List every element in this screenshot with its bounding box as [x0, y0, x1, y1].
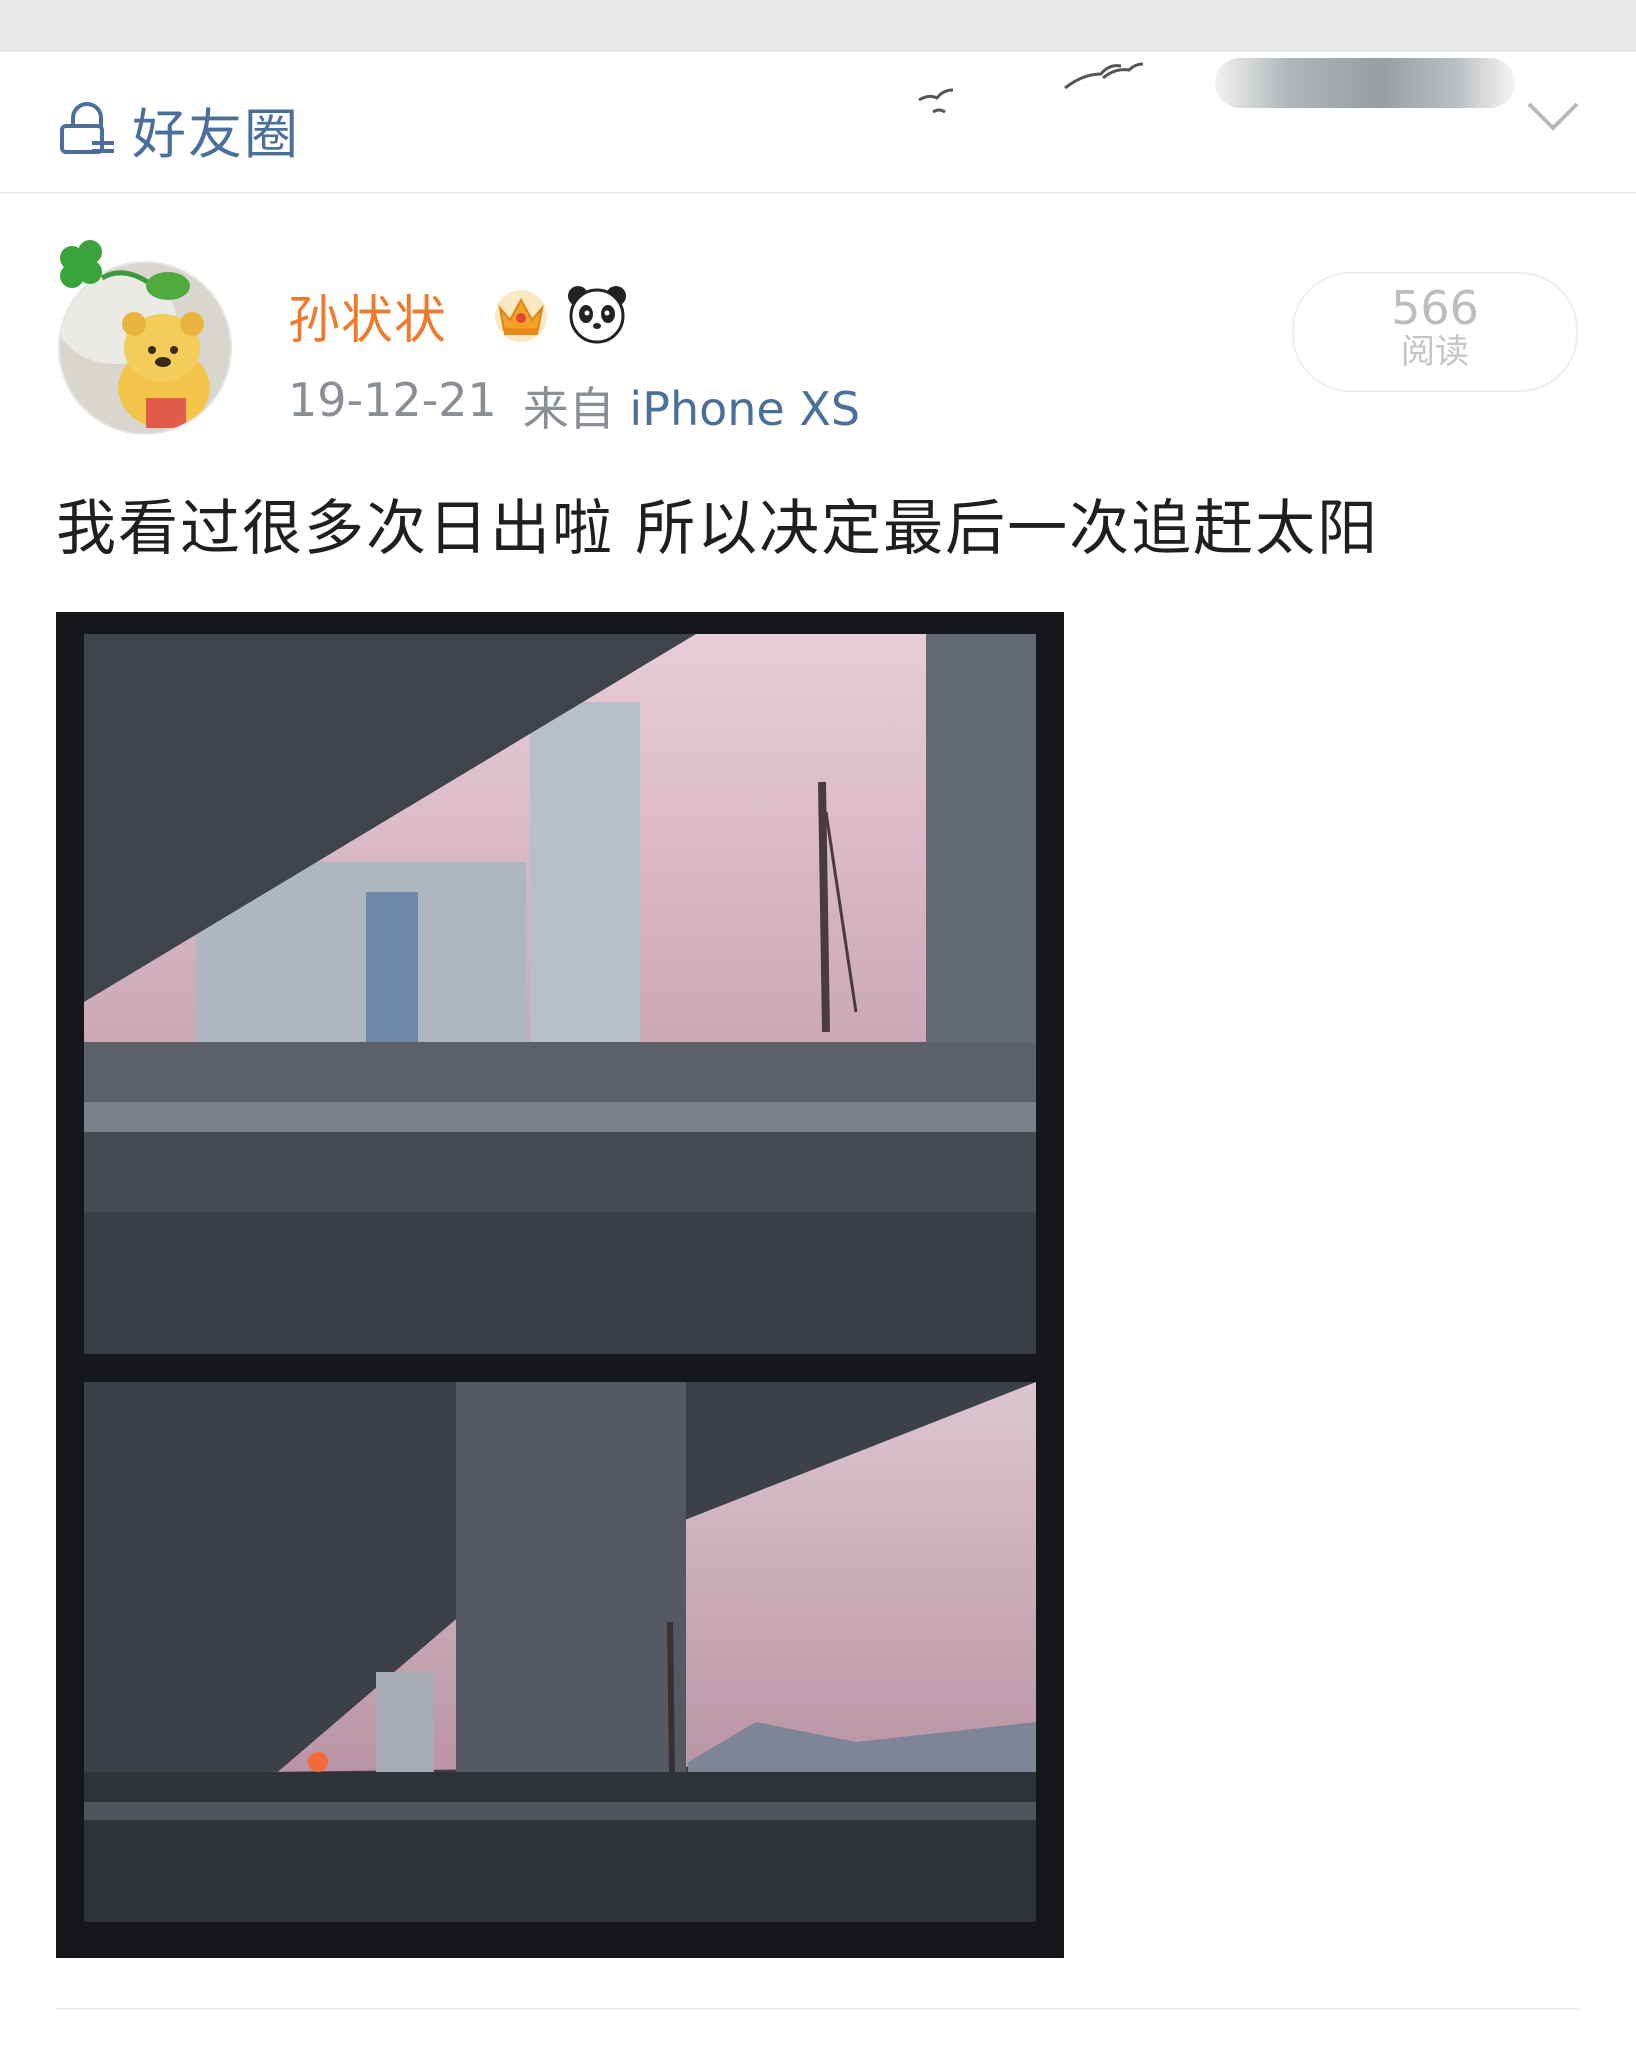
- birds-icon: [918, 62, 1144, 114]
- panda-icon[interactable]: [564, 280, 630, 346]
- avatar[interactable]: [56, 238, 234, 438]
- post-text: 我看过很多次日出啦 所以决定最后一次追赶太阳: [56, 494, 1380, 564]
- visibility-selector[interactable]: 好友圈: [56, 90, 300, 169]
- post-source[interactable]: 来自 iPhone XS: [523, 373, 860, 439]
- lock-icon: [60, 101, 114, 154]
- post-date: 19-12-21: [288, 373, 497, 427]
- user-badges: [488, 280, 630, 346]
- post-meta: 19-12-21 来自 iPhone XS: [288, 373, 860, 439]
- top-strip: [0, 0, 1636, 52]
- read-count-pill: 566 阅读: [1292, 272, 1578, 392]
- device-name: iPhone XS: [629, 382, 861, 436]
- chevron-down-icon[interactable]: [1525, 98, 1581, 134]
- author-name[interactable]: 孙状状: [288, 278, 447, 353]
- source-prefix: 来自: [522, 382, 615, 436]
- weibo-post-screen: 好友圈 孙状状 19-12-21 来自 iPhone XS 566 阅读 我看过…: [0, 0, 1636, 2054]
- obscured-region: [1215, 58, 1515, 108]
- visibility-label: 好友圈: [132, 103, 300, 166]
- post-photo[interactable]: [56, 612, 1064, 1958]
- read-count: 566: [1391, 281, 1479, 335]
- read-label: 阅读: [1401, 332, 1469, 372]
- divider: [56, 2008, 1580, 2010]
- crown-icon[interactable]: [488, 280, 554, 346]
